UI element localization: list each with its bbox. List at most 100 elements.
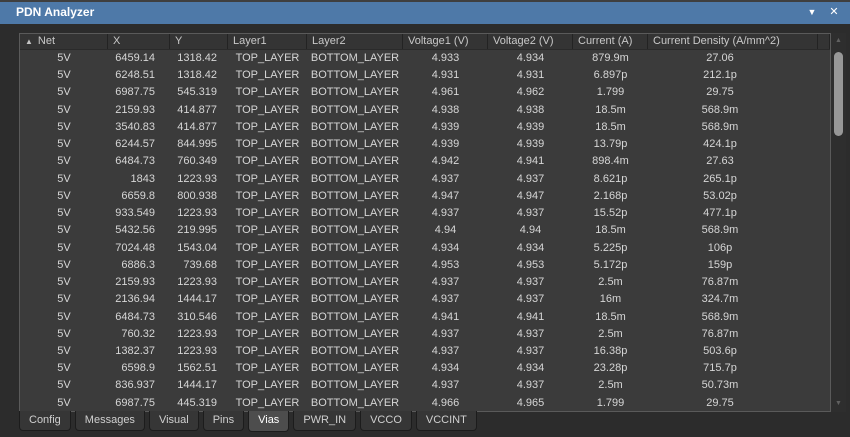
- cell-x: 6886.3: [121, 258, 155, 271]
- table-row[interactable]: 5V 7024.48 1543.04 TOP_LAYER BOTTOM_LAYE…: [20, 240, 830, 257]
- cell-y: 1223.93: [177, 172, 217, 185]
- cell-current: 23.28p: [593, 362, 628, 375]
- panel-menu-icon[interactable]: ▼: [804, 2, 820, 23]
- cell-voltage1: 4.937: [431, 327, 460, 340]
- column-header-current-density[interactable]: Current Density (A/mm^2): [648, 34, 818, 49]
- cell-layer1: TOP_LAYER: [235, 310, 300, 323]
- cell-y: 1223.93: [177, 344, 217, 357]
- table-row[interactable]: 5V 2136.94 1444.17 TOP_LAYER BOTTOM_LAYE…: [20, 291, 830, 308]
- column-header-y[interactable]: Y: [170, 34, 228, 49]
- column-header-layer2[interactable]: Layer2: [307, 34, 403, 49]
- close-icon[interactable]: ✕: [826, 2, 842, 23]
- table-row[interactable]: 5V 2159.93 414.877 TOP_LAYER BOTTOM_LAYE…: [20, 102, 830, 119]
- cell-current-density: 212.1p: [703, 69, 737, 82]
- cell-voltage1: 4.937: [431, 379, 460, 392]
- table-row[interactable]: 5V 6248.51 1318.42 TOP_LAYER BOTTOM_LAYE…: [20, 67, 830, 84]
- tab-pins[interactable]: Pins: [202, 411, 245, 431]
- vertical-scrollbar[interactable]: ▲ ▼: [831, 33, 846, 412]
- cell-current-density: 50.73m: [701, 379, 739, 392]
- cell-layer1: TOP_LAYER: [235, 120, 300, 133]
- cell-x: 2159.93: [115, 103, 155, 116]
- cell-net: 5V: [57, 52, 71, 64]
- table-row[interactable]: 5V 3540.83 414.877 TOP_LAYER BOTTOM_LAYE…: [20, 119, 830, 136]
- cell-layer2: BOTTOM_LAYER: [310, 52, 400, 64]
- cell-net: 5V: [57, 310, 71, 323]
- scroll-up-icon[interactable]: ▲: [831, 34, 846, 48]
- column-header-layer1[interactable]: Layer1: [228, 34, 307, 49]
- tab-pwr_in[interactable]: PWR_IN: [293, 411, 357, 431]
- table-row[interactable]: 5V 6484.73 760.349 TOP_LAYER BOTTOM_LAYE…: [20, 153, 830, 170]
- column-header-current[interactable]: Current (A): [573, 34, 648, 49]
- cell-voltage1: 4.961: [431, 86, 460, 99]
- cell-current: 18.5m: [595, 224, 626, 237]
- cell-net: 5V: [57, 138, 71, 151]
- cell-current: 1.799: [596, 86, 625, 99]
- cell-current-density: 106p: [707, 241, 733, 254]
- cell-current: 2.5m: [598, 276, 623, 289]
- table-row[interactable]: 5V 836.937 1444.17 TOP_LAYER BOTTOM_LAYE…: [20, 377, 830, 394]
- cell-voltage1: 4.938: [431, 103, 460, 116]
- scroll-down-icon[interactable]: ▼: [831, 397, 846, 411]
- tab-vccint[interactable]: VCCINT: [415, 411, 477, 431]
- cell-voltage1: 4.937: [431, 344, 460, 357]
- cell-x: 5432.56: [115, 224, 155, 237]
- table-row[interactable]: 5V 6598.9 1562.51 TOP_LAYER BOTTOM_LAYER…: [20, 360, 830, 377]
- cell-y: 1444.17: [177, 293, 217, 306]
- title-bar: PDN Analyzer ▼ ✕: [0, 0, 850, 24]
- table-row[interactable]: 5V 6987.75 445.319 TOP_LAYER BOTTOM_LAYE…: [20, 395, 830, 411]
- tab-vias[interactable]: Vias: [248, 411, 290, 432]
- cell-x: 1382.37: [115, 344, 155, 357]
- cell-x: 6248.51: [115, 69, 155, 82]
- column-header-voltage1[interactable]: Voltage1 (V): [403, 34, 488, 49]
- cell-x: 6659.8: [121, 189, 155, 202]
- tab-vcco[interactable]: VCCO: [360, 411, 412, 431]
- table-row[interactable]: 5V 2159.93 1223.93 TOP_LAYER BOTTOM_LAYE…: [20, 274, 830, 291]
- table-row[interactable]: 5V 5432.56 219.995 TOP_LAYER BOTTOM_LAYE…: [20, 222, 830, 239]
- cell-voltage1: 4.94: [434, 224, 457, 237]
- cell-current-density: 76.87m: [701, 327, 739, 340]
- table-row[interactable]: 5V 6244.57 844.995 TOP_LAYER BOTTOM_LAYE…: [20, 136, 830, 153]
- tab-messages[interactable]: Messages: [74, 411, 145, 431]
- cell-voltage1: 4.937: [431, 293, 460, 306]
- cell-layer2: BOTTOM_LAYER: [310, 258, 400, 271]
- cell-voltage2: 4.937: [516, 379, 545, 392]
- cell-voltage2: 4.939: [516, 120, 545, 133]
- cell-layer2: BOTTOM_LAYER: [310, 86, 400, 99]
- table-row[interactable]: 5V 6459.14 1318.42 TOP_LAYER BOTTOM_LAYE…: [20, 50, 830, 67]
- cell-x: 6244.57: [115, 138, 155, 151]
- table-row[interactable]: 5V 6484.73 310.546 TOP_LAYER BOTTOM_LAYE…: [20, 309, 830, 326]
- column-header-voltage2[interactable]: Voltage2 (V): [488, 34, 573, 49]
- cell-voltage2: 4.934: [516, 241, 545, 254]
- cell-y: 1318.42: [177, 52, 217, 64]
- cell-layer2: BOTTOM_LAYER: [310, 138, 400, 151]
- cell-net: 5V: [57, 224, 71, 237]
- column-header-x[interactable]: X: [108, 34, 170, 49]
- cell-y: 1223.93: [177, 207, 217, 220]
- table-row[interactable]: 5V 6987.75 545.319 TOP_LAYER BOTTOM_LAYE…: [20, 84, 830, 101]
- tab-config[interactable]: Config: [19, 411, 71, 431]
- cell-current: 2.5m: [598, 379, 623, 392]
- cell-current-density: 265.1p: [703, 172, 737, 185]
- cell-layer2: BOTTOM_LAYER: [310, 172, 400, 185]
- tab-visual[interactable]: Visual: [148, 411, 199, 431]
- table-row[interactable]: 5V 6886.3 739.68 TOP_LAYER BOTTOM_LAYER …: [20, 257, 830, 274]
- cell-current-density: 76.87m: [701, 276, 739, 289]
- table-row[interactable]: 5V 6659.8 800.938 TOP_LAYER BOTTOM_LAYER…: [20, 188, 830, 205]
- column-header-net[interactable]: ▲ Net: [20, 34, 108, 49]
- table-row[interactable]: 5V 933.549 1223.93 TOP_LAYER BOTTOM_LAYE…: [20, 205, 830, 222]
- table-row[interactable]: 5V 1382.37 1223.93 TOP_LAYER BOTTOM_LAYE…: [20, 343, 830, 360]
- cell-current: 15.52p: [593, 207, 628, 220]
- cell-x: 6987.75: [115, 396, 155, 409]
- cell-layer2: BOTTOM_LAYER: [310, 241, 400, 254]
- cell-current: 5.172p: [593, 258, 628, 271]
- cell-net: 5V: [57, 241, 71, 254]
- table-row[interactable]: 5V 1843 1223.93 TOP_LAYER BOTTOM_LAYER 4…: [20, 171, 830, 188]
- cell-x: 933.549: [115, 207, 155, 220]
- cell-current: 2.168p: [593, 189, 628, 202]
- table-row[interactable]: 5V 760.32 1223.93 TOP_LAYER BOTTOM_LAYER…: [20, 326, 830, 343]
- cell-layer1: TOP_LAYER: [235, 258, 300, 271]
- cell-y: 1318.42: [177, 69, 217, 82]
- scrollbar-thumb[interactable]: [834, 52, 843, 136]
- tab-bar: Config Messages Visual Pins Vias PWR_IN VCCO VC…: [19, 411, 477, 434]
- cell-x: 3540.83: [115, 120, 155, 133]
